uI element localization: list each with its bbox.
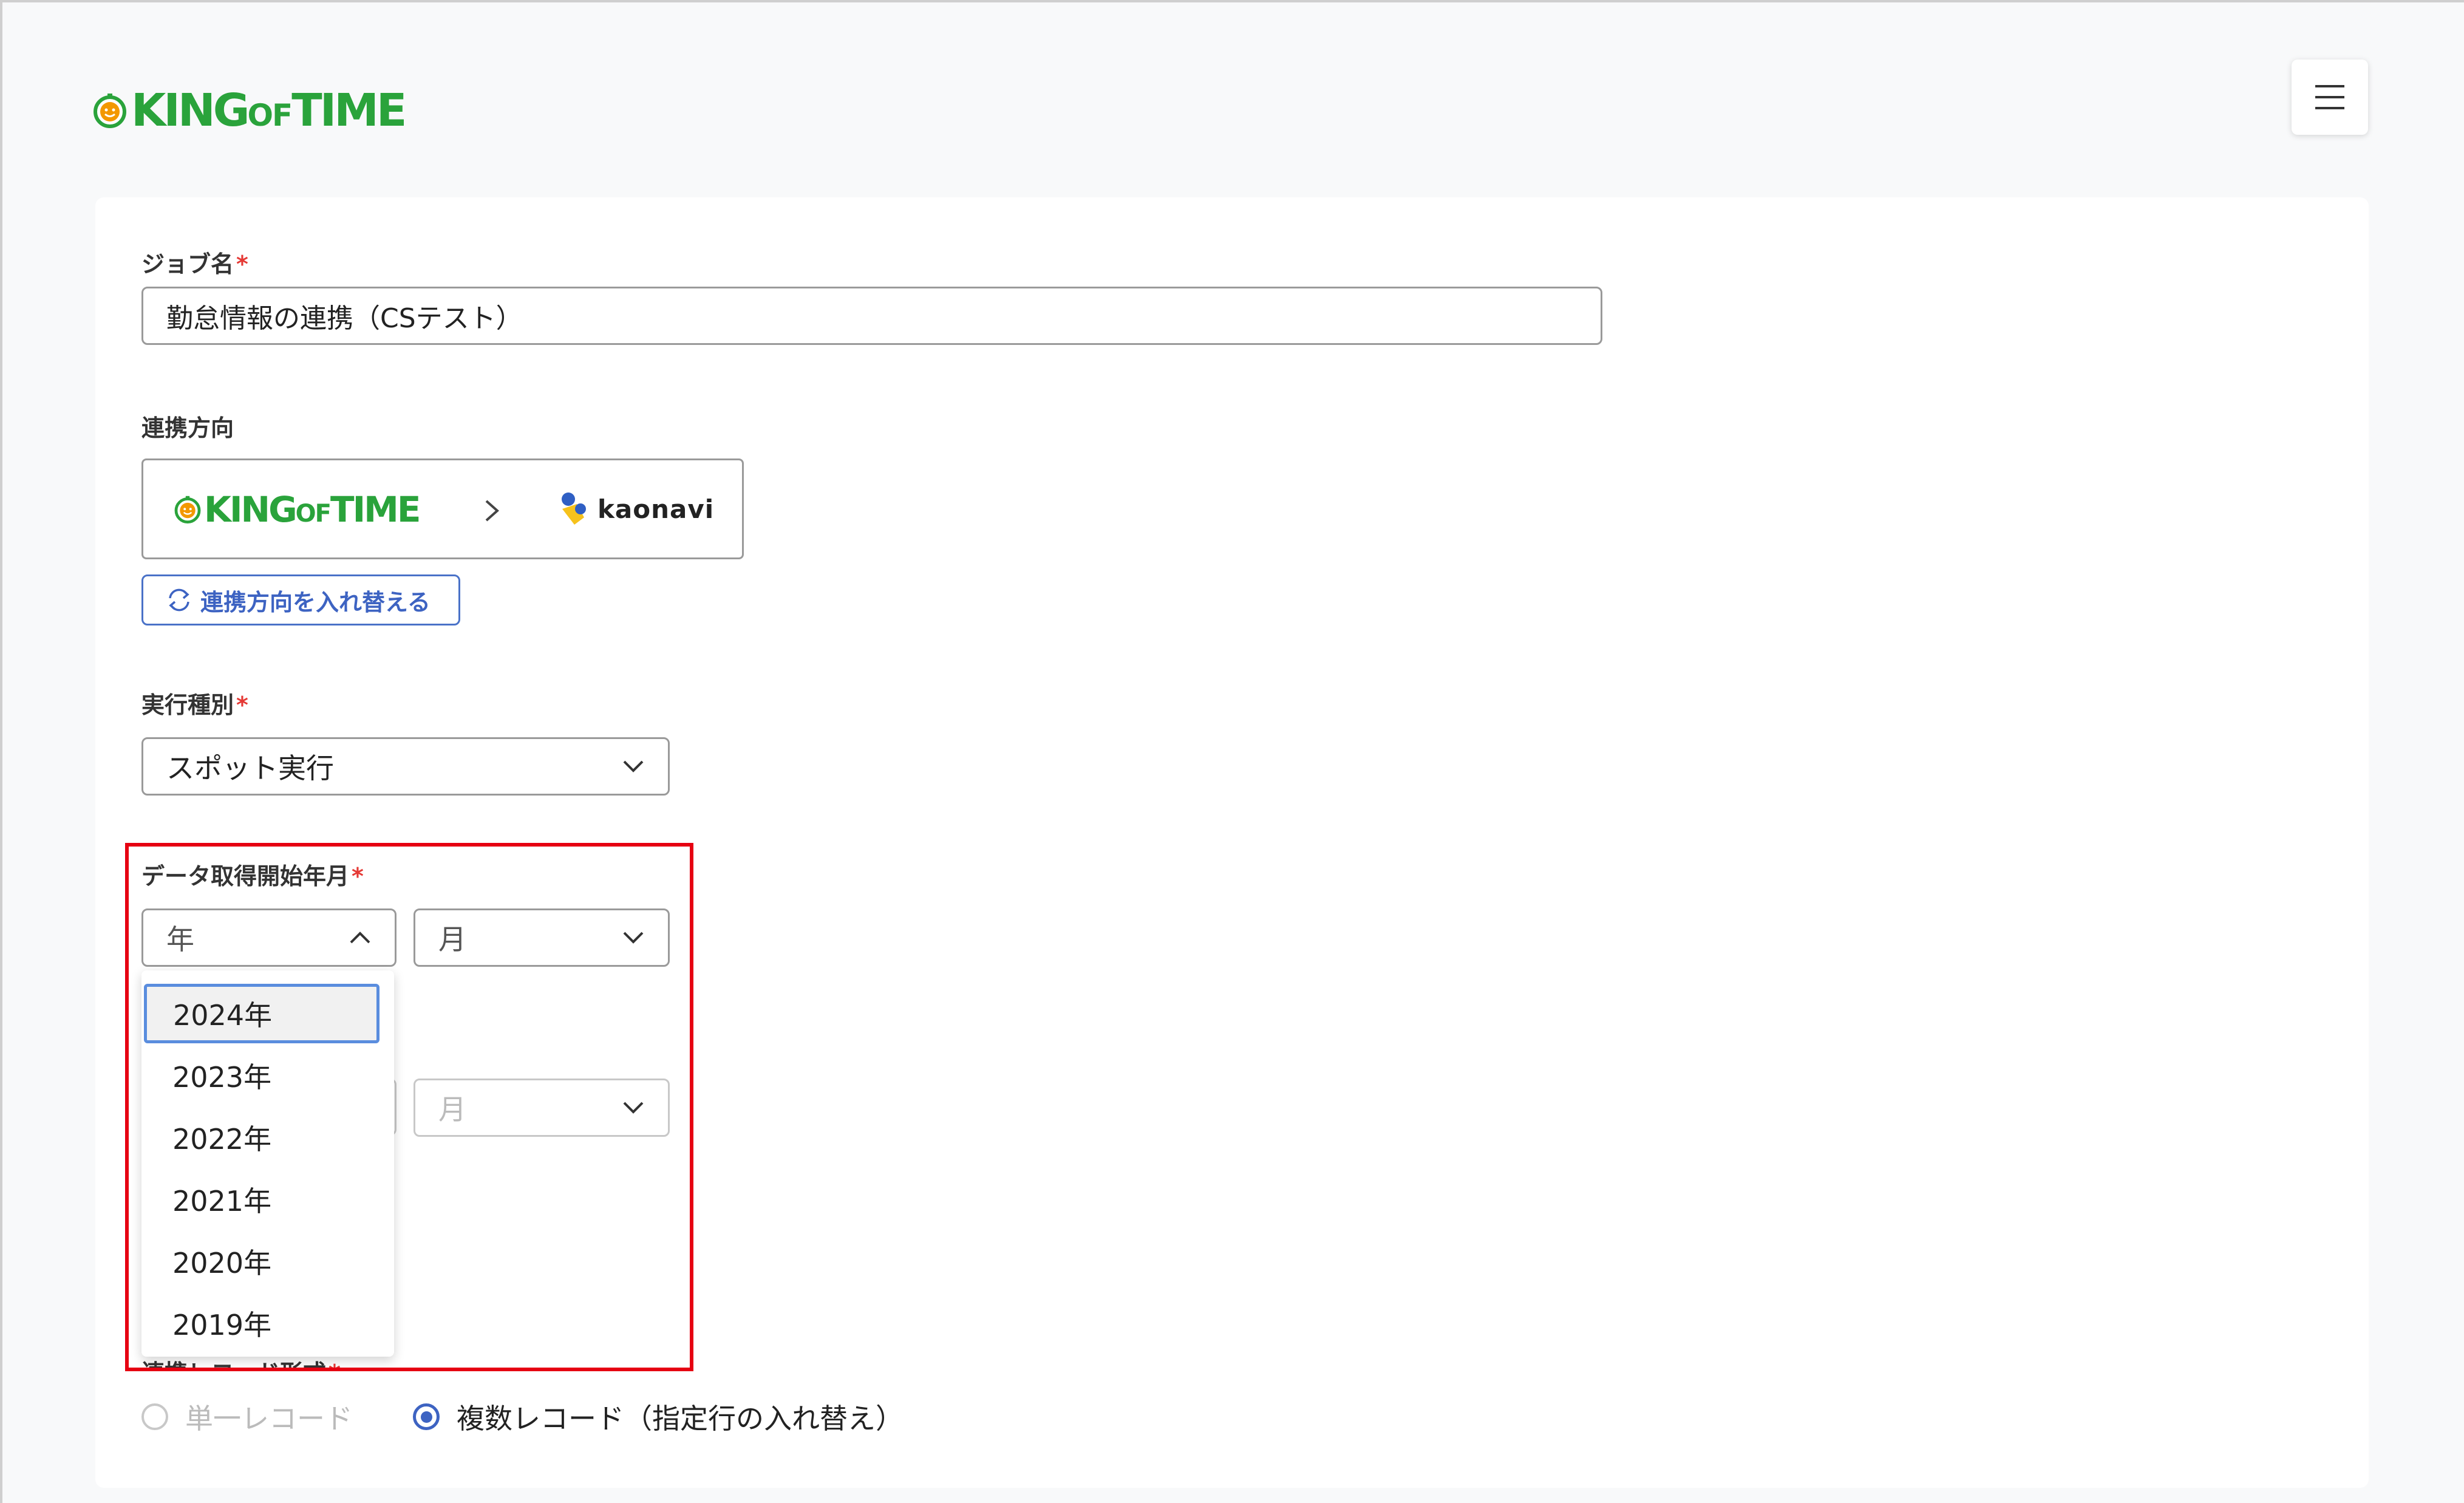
chevron-down-icon	[623, 1102, 644, 1114]
year-option-2020[interactable]: 2020年	[141, 1233, 394, 1290]
king-of-time-logo: KINGOFTIME	[92, 84, 407, 137]
radio-single-record[interactable]: 単一レコード	[141, 1397, 353, 1437]
end-month-select[interactable]: 月	[414, 1079, 670, 1137]
radio-unselected-icon	[141, 1403, 168, 1430]
radio-multiple-record[interactable]: 複数レコード（指定行の入れ替え）	[413, 1397, 904, 1437]
start-year-placeholder: 年	[166, 923, 194, 956]
swap-arrows-icon	[169, 588, 189, 612]
menu-button[interactable]	[2292, 60, 2368, 135]
direction-display: KINGOFTIME kaonavi	[141, 458, 744, 559]
radio-single-record-label: 単一レコード	[185, 1402, 353, 1435]
hamburger-icon	[2315, 85, 2344, 109]
chevron-right-icon	[485, 500, 500, 522]
kaonavi-logo-icon	[562, 492, 586, 525]
execution-type-label: 実行種別 *	[141, 692, 248, 718]
window-border-top	[0, 0, 2464, 2]
year-option-2024[interactable]: 2024年	[144, 984, 379, 1043]
chevron-up-icon	[350, 932, 370, 944]
direction-label: 連携方向	[141, 415, 234, 441]
year-option-2023[interactable]: 2023年	[141, 1047, 394, 1104]
start-month-placeholder: 月	[438, 923, 466, 956]
start-month-label: データ取得開始年月 *	[141, 863, 364, 890]
direction-from-wordmark: KINGOFTIME	[204, 489, 421, 530]
end-month-placeholder: 月	[438, 1093, 466, 1126]
start-year-select[interactable]: 年	[141, 908, 396, 967]
chevron-down-icon	[623, 760, 644, 772]
execution-type-select[interactable]: スポット実行	[141, 737, 670, 796]
job-name-input[interactable]: 勤怠情報の連携（CSテスト）	[141, 287, 1602, 345]
clock-logo-icon	[174, 496, 201, 523]
swap-direction-label: 連携方向を入れ替える	[200, 588, 431, 616]
year-dropdown-list: 2024年 2023年 2022年 2021年 2020年 2019年	[141, 970, 394, 1357]
form-card	[95, 197, 2369, 1488]
start-month-select[interactable]: 月	[414, 908, 670, 967]
kaonavi-wordmark: kaonavi	[597, 494, 715, 524]
year-option-2021[interactable]: 2021年	[141, 1171, 394, 1228]
execution-type-value: スポット実行	[166, 752, 334, 785]
window-border-left	[0, 0, 2, 1503]
chevron-down-icon	[623, 932, 644, 944]
radio-multiple-record-label: 複数レコード（指定行の入れ替え）	[457, 1402, 904, 1435]
job-name-label: ジョブ名 *	[141, 251, 248, 278]
year-option-2022[interactable]: 2022年	[141, 1109, 394, 1166]
year-option-2019[interactable]: 2019年	[141, 1295, 394, 1352]
swap-direction-button[interactable]: 連携方向を入れ替える	[141, 574, 460, 625]
direction-to-logo: kaonavi	[556, 491, 714, 527]
logo-wordmark: KINGOFTIME	[131, 84, 407, 137]
clock-logo-icon	[94, 94, 126, 128]
radio-selected-icon	[413, 1403, 440, 1430]
direction-from-logo: KINGOFTIME	[174, 489, 421, 530]
